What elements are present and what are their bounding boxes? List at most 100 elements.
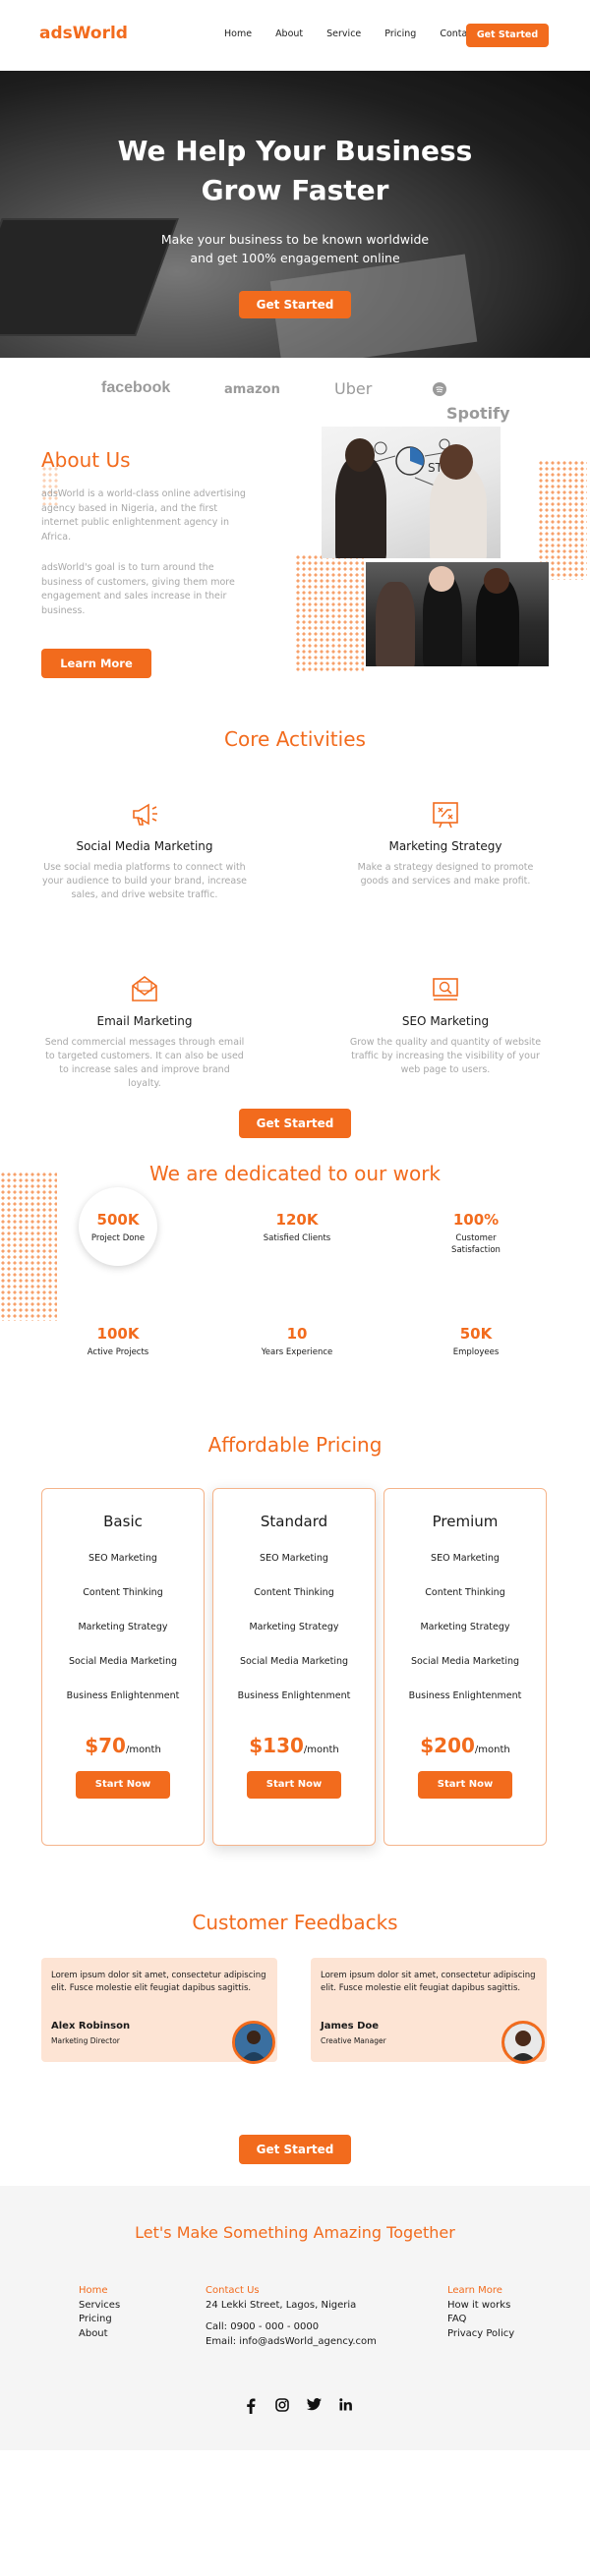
- plan-name: Standard: [260, 1513, 328, 1530]
- pricing-title: Affordable Pricing: [207, 1433, 383, 1457]
- nav-link-home[interactable]: Home: [224, 29, 252, 39]
- plan-feature: SEO Marketing: [431, 1553, 500, 1564]
- megaphone-icon: [129, 798, 160, 830]
- stat-years-experience: 10 Years Experience: [261, 1325, 333, 1357]
- instagram-icon[interactable]: [273, 2398, 291, 2416]
- twitter-icon[interactable]: [305, 2398, 323, 2416]
- footer-link-privacy-policy[interactable]: Privacy Policy: [447, 2327, 514, 2342]
- hero-title: We Help Your Business Grow Faster: [117, 135, 473, 206]
- nav-get-started-button[interactable]: Get Started: [466, 24, 549, 47]
- nav-links: Home About Service Pricing Contact: [224, 29, 500, 39]
- hero-section: We Help Your Business Grow Faster Make yo…: [0, 71, 590, 358]
- footer-phone: Call: 0900 - 000 - 0000: [206, 2321, 320, 2332]
- about-paragraph-1: adsWorld is a world-class online adverti…: [41, 488, 246, 543]
- feedback-author-name: Alex Robinson: [51, 2021, 131, 2032]
- activity-description: Make a strategy designed to promote good…: [357, 862, 534, 887]
- activity-seo-marketing: SEO Marketing Grow the quality and quant…: [342, 973, 549, 1077]
- plan-feature: Business Enlightenment: [66, 1690, 180, 1701]
- activity-description: Send commercial messages through email t…: [44, 1037, 245, 1089]
- activity-title: Email Marketing: [96, 1014, 193, 1028]
- plan-feature: Content Thinking: [425, 1587, 505, 1598]
- plan-name: Basic: [103, 1513, 143, 1530]
- linkedin-icon[interactable]: [336, 2398, 354, 2416]
- brand-logo[interactable]: adsWorld: [39, 24, 128, 43]
- learn-more-button[interactable]: Learn More: [41, 649, 151, 678]
- person-1-figure: [376, 582, 415, 666]
- plan-price: $70/month: [85, 1734, 161, 1757]
- footer-contact-heading[interactable]: Contact Us: [206, 2284, 377, 2299]
- woman-figure: [430, 466, 487, 558]
- spotify-icon: [433, 382, 446, 396]
- footer-link-pricing[interactable]: Pricing: [79, 2313, 120, 2327]
- avatar: [502, 2021, 545, 2064]
- plan-feature: Social Media Marketing: [68, 1656, 178, 1667]
- amazon-logo: amazon: [224, 382, 280, 397]
- about-section: About Us adsWorld is a world-class onlin…: [0, 417, 590, 690]
- feedback-get-started-button[interactable]: Get Started: [239, 2135, 351, 2164]
- plan-features: SEO Marketing Content Thinking Marketing…: [42, 1552, 204, 1724]
- plan-feature: Content Thinking: [83, 1587, 163, 1598]
- feedback-author-role: Marketing Director: [51, 2036, 120, 2045]
- about-title: About Us: [41, 448, 131, 472]
- plan-feature: Business Enlightenment: [237, 1690, 351, 1701]
- core-activities-section: Core Activities Social Media Marketing U…: [0, 690, 590, 1152]
- footer-link-about[interactable]: About: [79, 2327, 120, 2342]
- plan-name: Premium: [432, 1513, 499, 1530]
- footer-address: 24 Lekki Street, Lagos, Nigeria: [206, 2299, 357, 2311]
- start-now-button-premium[interactable]: Start Now: [418, 1771, 512, 1799]
- team-brainstorm-photo: ST: [322, 427, 501, 558]
- pricing-section: Affordable Pricing Basic SEO Marketing C…: [0, 1417, 590, 1869]
- nav-link-service[interactable]: Service: [326, 29, 361, 39]
- plan-feature: Social Media Marketing: [410, 1656, 520, 1667]
- person-3-head: [484, 568, 509, 594]
- person-2-head: [429, 566, 454, 592]
- footer-link-how-it-works[interactable]: How it works: [447, 2299, 514, 2314]
- feedback-text: Lorem ipsum dolor sit amet, consectetur …: [51, 1971, 266, 1993]
- footer-link-faq[interactable]: FAQ: [447, 2313, 514, 2327]
- hero-get-started-button[interactable]: Get Started: [239, 291, 351, 318]
- plan-feature: SEO Marketing: [260, 1553, 328, 1564]
- stat-active-projects: 100K Active Projects: [87, 1325, 149, 1357]
- feedback-section: Customer Feedbacks Lorem ipsum dolor sit…: [0, 1869, 590, 2186]
- footer-email[interactable]: Email: info@adsWorld_agency.com: [206, 2335, 377, 2350]
- hero-subtitle: Make your business to be known worldwide…: [160, 232, 430, 265]
- footer-link-home[interactable]: Home: [79, 2284, 120, 2299]
- activity-title: SEO Marketing: [401, 1014, 490, 1028]
- start-now-button-standard[interactable]: Start Now: [247, 1771, 341, 1799]
- dedicated-dots-decoration: [0, 1172, 57, 1321]
- plan-feature: Business Enlightenment: [408, 1690, 522, 1701]
- activity-description: Grow the quality and quantity of website…: [349, 1037, 542, 1075]
- activity-title: Social Media Marketing: [76, 839, 213, 853]
- plan-feature: Social Media Marketing: [239, 1656, 349, 1667]
- plan-standard: Standard SEO Marketing Content Thinking …: [212, 1488, 376, 1846]
- footer-col-home: Home Services Pricing About: [79, 2284, 120, 2341]
- start-now-button-basic[interactable]: Start Now: [76, 1771, 170, 1799]
- footer-link-services[interactable]: Services: [79, 2299, 120, 2314]
- facebook-icon[interactable]: [242, 2398, 260, 2416]
- nav-link-about[interactable]: About: [275, 29, 303, 39]
- feedback-card: Lorem ipsum dolor sit amet, consectetur …: [41, 1958, 277, 2064]
- facebook-logo: facebook: [101, 379, 171, 396]
- strategy-icon: [430, 798, 461, 830]
- plan-feature: Content Thinking: [254, 1587, 334, 1598]
- uber-logo: Uber: [334, 379, 373, 398]
- stat-project-done: 500K Project Done: [90, 1211, 146, 1243]
- core-get-started-button[interactable]: Get Started: [239, 1109, 351, 1138]
- core-activities-title: Core Activities: [224, 727, 366, 751]
- plan-features: SEO Marketing Content Thinking Marketing…: [213, 1552, 375, 1724]
- plan-features: SEO Marketing Content Thinking Marketing…: [384, 1552, 546, 1724]
- dedicated-title: We are dedicated to our work: [149, 1162, 441, 1185]
- man-head: [345, 438, 375, 472]
- plan-price: $200/month: [420, 1734, 510, 1757]
- activity-description: Use social media platforms to connect wi…: [41, 862, 248, 900]
- plan-premium: Premium SEO Marketing Content Thinking M…: [384, 1488, 547, 1846]
- about-paragraph-2: adsWorld's goal is to turn around the bu…: [41, 562, 235, 616]
- spotify-logo: Spotify: [433, 382, 510, 423]
- woman-head: [440, 444, 473, 480]
- footer-learn-more-heading[interactable]: Learn More: [447, 2284, 514, 2299]
- nav-link-pricing[interactable]: Pricing: [384, 29, 416, 39]
- dedicated-section: We are dedicated to our work 500K Project…: [0, 1152, 590, 1417]
- activity-social-media: Social Media Marketing Use social media …: [41, 798, 248, 902]
- activity-title: Marketing Strategy: [388, 839, 502, 853]
- dots-decoration-left: [295, 554, 364, 672]
